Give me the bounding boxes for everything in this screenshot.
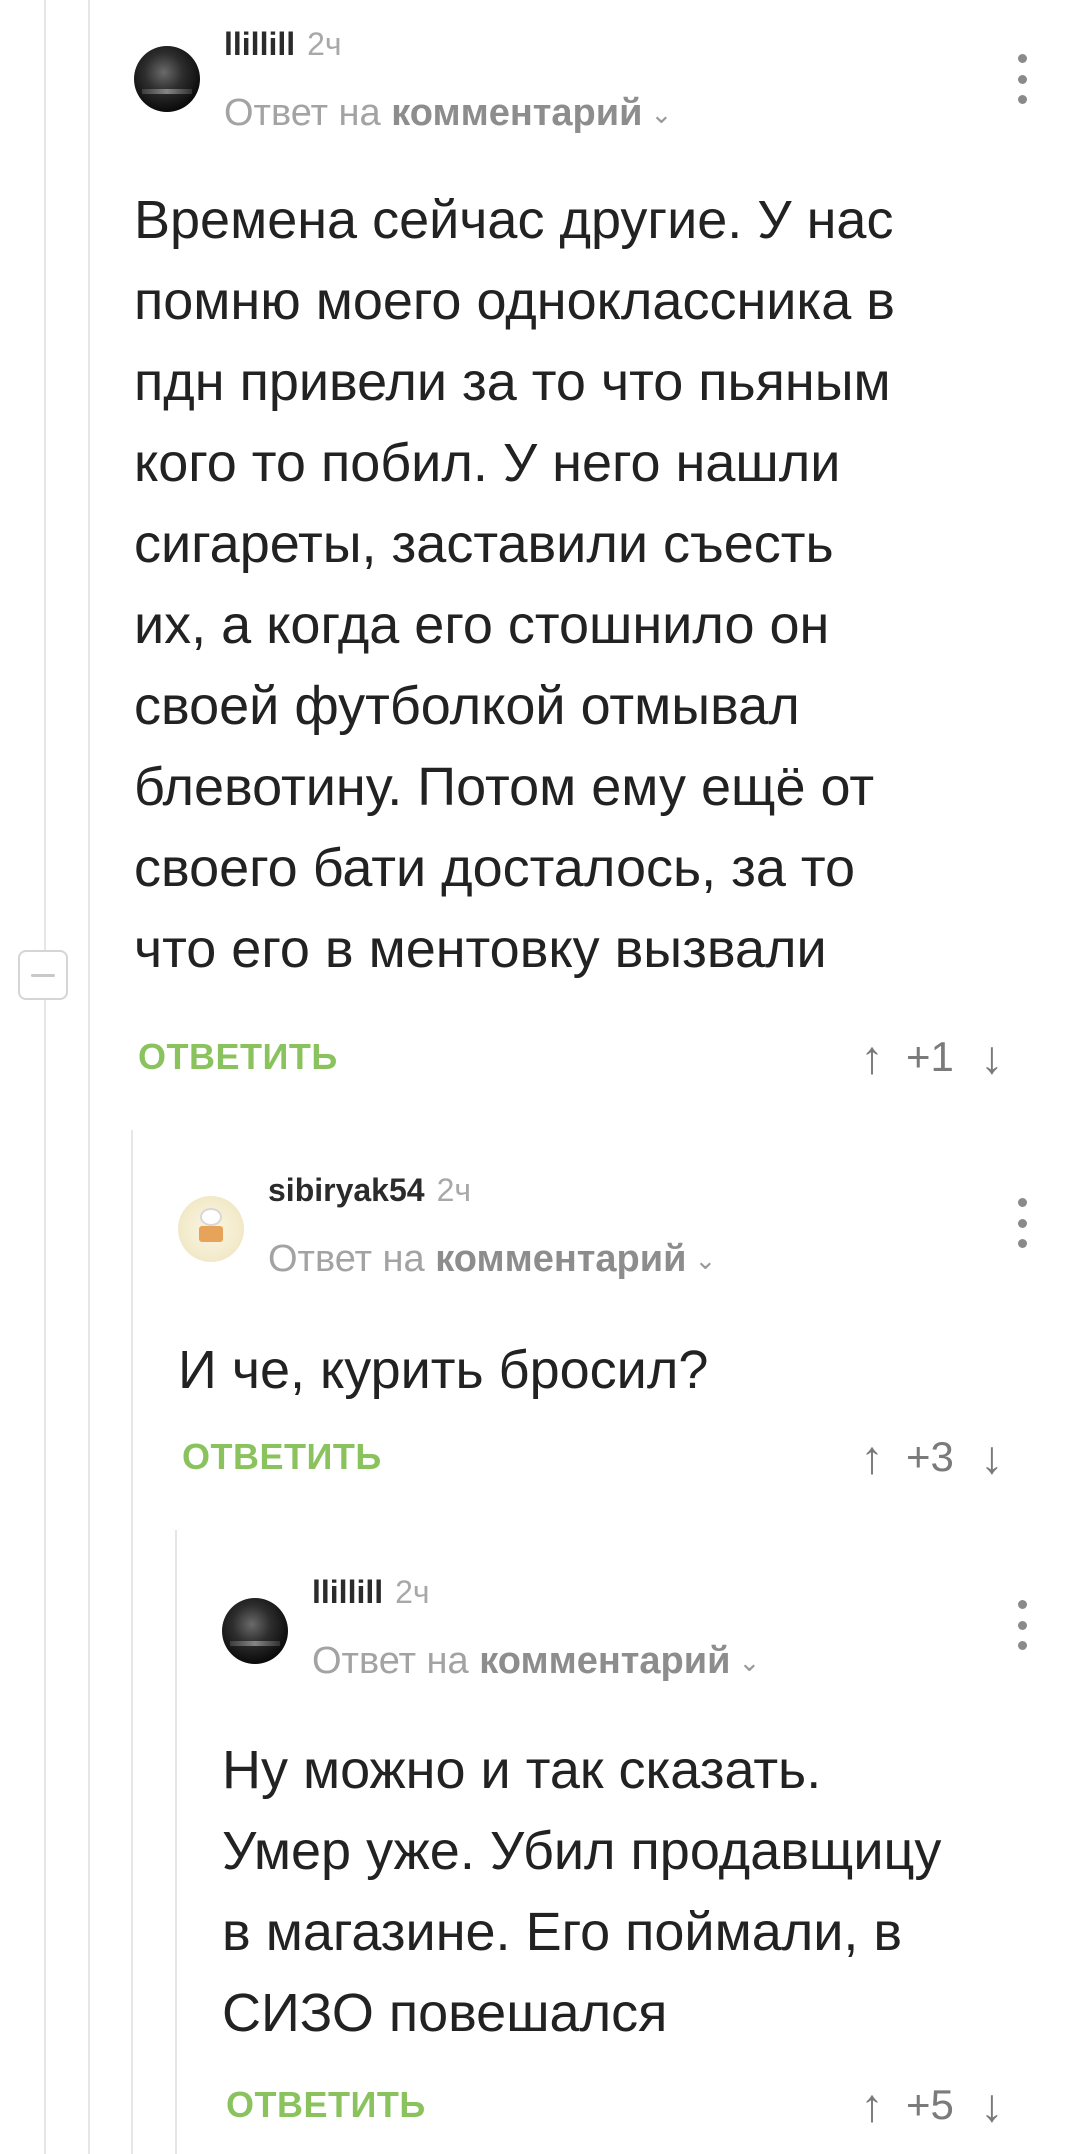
avatar[interactable] bbox=[222, 1598, 288, 1664]
reply-to-link[interactable]: Ответ на комментарий ⌄ bbox=[312, 1640, 760, 1683]
reply-target: комментарий bbox=[479, 1640, 731, 1682]
vote-controls: ↑ +5 ↓ bbox=[852, 2078, 1012, 2132]
comment-username[interactable]: llillill 2ч bbox=[312, 1574, 430, 1611]
more-options-icon[interactable] bbox=[1012, 1600, 1032, 1650]
upvote-icon[interactable]: ↑ bbox=[852, 2078, 892, 2132]
reply-button[interactable]: ОТВЕТИТЬ bbox=[226, 2084, 426, 2126]
vote-score: +5 bbox=[906, 2081, 954, 2128]
comment-time: 2ч bbox=[395, 1574, 430, 1610]
comments-thread: llillill 2ч Ответ на комментарий ⌄ Времена… bbox=[0, 0, 1080, 2154]
downvote-icon[interactable]: ↓ bbox=[972, 2078, 1012, 2132]
comment-body: Ну можно и так сказать. Умер уже. Убил п… bbox=[222, 1740, 942, 2043]
reply-prefix: Ответ на bbox=[312, 1640, 469, 1682]
comment-3: llillill 2ч Ответ на комментарий ⌄ Ну можн… bbox=[0, 0, 1080, 2154]
chevron-down-icon: ⌄ bbox=[738, 1647, 761, 1678]
